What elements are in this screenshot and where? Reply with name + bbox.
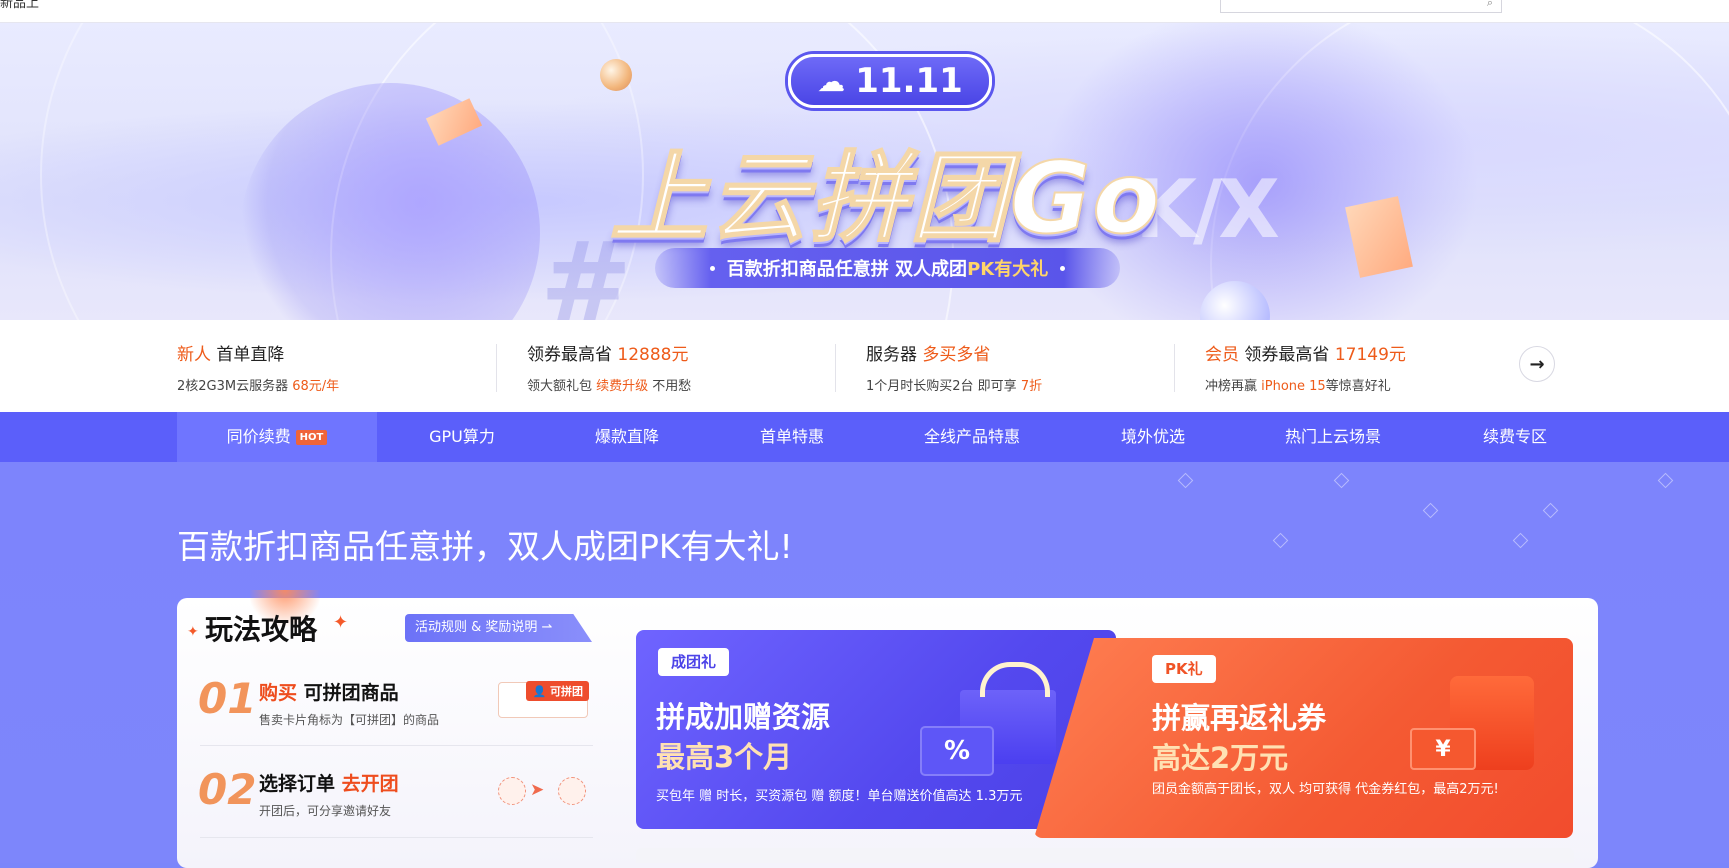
- gift-desc: 买包年 赠 时长，买资源包 赠 额度！单台赠送价值高达 1.3万元: [656, 789, 1023, 804]
- step-heading: 选择订单: [259, 773, 342, 795]
- divider: [200, 837, 593, 838]
- tab-overseas[interactable]: 境外优选: [1088, 412, 1218, 462]
- pk-line1: 拼赢再返礼券: [1152, 701, 1327, 735]
- group-tag-label: 可拼团: [550, 685, 583, 698]
- percent-icon: %: [920, 726, 994, 776]
- decor-ball: [600, 59, 632, 91]
- tab-gpu[interactable]: GPU算力: [397, 412, 527, 462]
- promo-desc: 1个月时长购买2台 即可享: [866, 379, 1021, 394]
- person-icon: [498, 777, 526, 805]
- promo-discount: 7折: [1020, 379, 1043, 394]
- promo-price: 68元/年: [292, 379, 340, 394]
- divider: [496, 344, 497, 392]
- promo-highlight: 续费升级: [596, 379, 649, 394]
- tab-hot-deals[interactable]: 爆款直降: [562, 412, 692, 462]
- ribbon-highlight: PK有大礼: [967, 259, 1049, 280]
- step-highlight: 去开团: [341, 773, 399, 795]
- promo-amount: 17149元: [1334, 345, 1406, 365]
- ribbon-text: 百款折扣商品任意拼 双人成团: [726, 259, 968, 280]
- arrow-right-icon: →: [1529, 353, 1545, 375]
- pk-chip: PK礼: [1152, 655, 1216, 683]
- promo-item-newuser[interactable]: 新人 首单直降 2核2G3M云服务器 68元/年: [177, 340, 339, 394]
- step-highlight: 购买: [259, 682, 298, 704]
- promo-highlight: 多买多省: [922, 345, 991, 365]
- pk-desc: 团员金额高于团长，双人 均可获得 代金券红包，最高2万元!: [1152, 782, 1499, 797]
- dot-icon: [1060, 265, 1066, 271]
- promo-item-coupon[interactable]: 领券最高省 12888元 领大额礼包 续费升级 不用愁: [527, 340, 691, 394]
- badge-text: 11.11: [855, 61, 963, 101]
- hero-headline: 上云拼团Go: [609, 141, 1162, 257]
- gift-line1: 拼成加赠资源: [656, 700, 831, 734]
- cloud-icon: ☁: [817, 64, 846, 98]
- top-bar: 新品上 ⌕: [0, 0, 1729, 23]
- rules-link[interactable]: 活动规则 & 奖励说明 ⇀: [405, 614, 592, 642]
- pk-line2: 高达2万元: [1152, 741, 1289, 775]
- sparkle-icon: ✦: [187, 624, 199, 640]
- promo-tag: 新人: [177, 345, 211, 365]
- category-tabs: 同价续费 HOT GPU算力 爆款直降 首单特惠 全线产品特惠 境外优选 热门上云…: [0, 412, 1729, 462]
- gift-line2: 最高3个月: [656, 740, 793, 774]
- tab-first-order[interactable]: 首单特惠: [727, 412, 857, 462]
- promo-desc-tail: 不用愁: [648, 379, 692, 394]
- top-nav-text[interactable]: 新品上: [0, 0, 39, 10]
- tab-renewal[interactable]: 同价续费 HOT: [177, 412, 377, 462]
- tab-renewal-zone[interactable]: 续费专区: [1450, 412, 1580, 462]
- person-icon: [558, 777, 586, 805]
- promo-desc: 2核2G3M云服务器: [177, 379, 293, 394]
- paper-plane-icon: ➤: [530, 780, 545, 800]
- step-desc: 开团后，可分享邀请好友: [259, 804, 392, 818]
- step-heading: 可拼团商品: [297, 682, 399, 704]
- search-icon[interactable]: ⌕: [1487, 0, 1493, 10]
- promo-title: 领券最高省: [527, 345, 618, 365]
- promo-title: 领券最高省: [1239, 345, 1335, 365]
- hero-banner[interactable]: # K/X ☁ 11.11 上云拼团Go 百款折扣商品任意拼 双人成团 PK有大…: [0, 23, 1729, 320]
- divider: [1174, 344, 1175, 392]
- divider: [200, 745, 593, 746]
- promo-desc: 领大额礼包: [527, 379, 597, 394]
- promo-desc-tail: 等惊喜好礼: [1325, 379, 1391, 394]
- promo-item-member[interactable]: 会员 领券最高省 17149元 冲榜再赢 iPhone 15等惊喜好礼: [1205, 340, 1406, 394]
- event-badge: ☁ 11.11: [788, 54, 992, 108]
- yen-icon: ¥: [1410, 728, 1476, 770]
- group-tag-illustration: 👤 可拼团: [498, 681, 589, 718]
- dot-icon: [709, 265, 715, 271]
- tab-all-products[interactable]: 全线产品特惠: [902, 412, 1042, 462]
- promo-item-server[interactable]: 服务器 多买多省 1个月时长购买2台 即可享 7折: [866, 340, 1042, 394]
- hot-badge: HOT: [295, 430, 328, 445]
- group-tag: 👤 可拼团: [526, 681, 589, 701]
- promo-desc: 冲榜再赢: [1205, 379, 1262, 394]
- next-section-edge: [636, 848, 1574, 863]
- tab-scenarios[interactable]: 热门上云场景: [1263, 412, 1403, 462]
- promo-title: 服务器: [866, 345, 923, 365]
- promo-amount: 12888元: [617, 345, 689, 365]
- promo-highlight: iPhone 15: [1261, 379, 1326, 394]
- guide-title: 玩法攻略: [205, 613, 318, 646]
- hero-ribbon: 百款折扣商品任意拼 双人成团 PK有大礼: [655, 248, 1120, 288]
- share-illustration: ➤: [498, 774, 586, 810]
- step-number: 02: [198, 765, 257, 814]
- promo-strip: 新人 首单直降 2核2G3M云服务器 68元/年 领券最高省 12888元 领大…: [0, 320, 1729, 412]
- next-arrow-button[interactable]: →: [1519, 346, 1555, 382]
- divider: [835, 344, 836, 392]
- search-input[interactable]: ⌕: [1220, 0, 1502, 13]
- step-desc: 售卖卡片角标为【可拼团】的商品: [259, 713, 440, 727]
- promo-title: 首单直降: [211, 345, 285, 365]
- section-title: 百款折扣商品任意拼，双人成团PK有大礼!: [177, 527, 793, 566]
- gift-chip: 成团礼: [658, 648, 730, 676]
- step-number: 01: [198, 674, 257, 723]
- promo-tag: 会员: [1205, 345, 1239, 365]
- sparkle-icon: ✦: [333, 612, 349, 633]
- tab-label: 同价续费: [226, 427, 291, 446]
